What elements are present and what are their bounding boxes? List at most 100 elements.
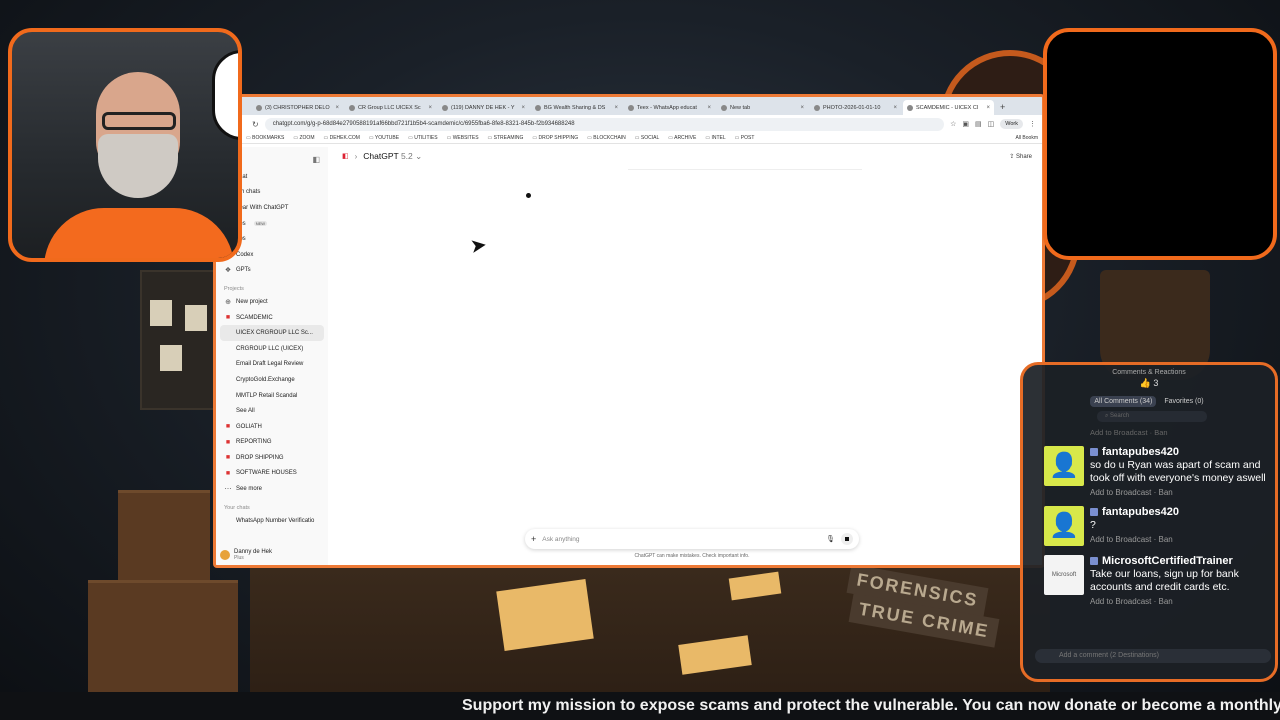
project-item[interactable]: Email Draft Legal Review	[220, 357, 324, 373]
bookmark-folder[interactable]: DROP SHIPPING	[532, 135, 579, 141]
comment-body: MicrosoftCertifiedTrainer Take our loans,…	[1090, 555, 1275, 606]
tab-favorites[interactable]: Favorites (0)	[1160, 396, 1207, 407]
close-icon[interactable]: ×	[521, 105, 525, 111]
comment-text: so do u Ryan was apart of scam and took …	[1090, 459, 1266, 484]
browser-tab[interactable]: CR Group LLC UICEX Sc ×	[345, 100, 436, 115]
comment-text: Take our loans, sign up for bank account…	[1090, 568, 1239, 593]
comment-author-name: fantapubes420	[1102, 446, 1180, 458]
bookmark-folder[interactable]: SOCIAL	[635, 135, 659, 141]
disclaimer: ChatGPT can make mistakes. Check importa…	[634, 553, 750, 559]
close-icon[interactable]: ×	[335, 105, 339, 111]
all-bookmarks-button[interactable]: All Bookm	[1015, 135, 1042, 141]
bookmark-folder[interactable]: WEBSITES	[447, 135, 479, 141]
project-item[interactable]: UICEX CRGROUP LLC Sc...	[220, 325, 324, 341]
bookmark-folder[interactable]: DEHEK.COM	[323, 135, 360, 141]
bookmark-folder[interactable]: INTEL	[705, 135, 725, 141]
comment-input[interactable]: Add a comment (2 Destinations)	[1035, 649, 1271, 663]
cast-icon[interactable]: ▤	[975, 120, 982, 128]
comment-actions[interactable]: Add to Broadcast · Ban	[1090, 488, 1275, 497]
bookmark-folder[interactable]: ZOOM	[293, 135, 314, 141]
avatar: 👤	[1044, 506, 1084, 546]
bookmark-folder[interactable]: BLOCKCHAIN	[587, 135, 626, 141]
bookmark-star-icon[interactable]: ☆	[950, 120, 956, 128]
project-item[interactable]: ■ SOFTWARE HOUSES	[220, 466, 324, 482]
project-item[interactable]: ■ DROP SHIPPING	[220, 450, 324, 466]
share-button[interactable]: ⇪ Share	[1009, 153, 1042, 160]
bookmark-folder[interactable]: ARCHIVE	[668, 135, 696, 141]
bookmark-folder[interactable]: STREAMING	[488, 135, 524, 141]
close-icon[interactable]: ×	[800, 105, 804, 111]
tab-title: PHOTO-2026-01-01-10	[823, 104, 881, 111]
tab-all-comments[interactable]: All Comments (34)	[1090, 396, 1157, 407]
sidepanel-icon[interactable]: ◫	[988, 120, 995, 128]
close-icon[interactable]: ×	[707, 105, 711, 111]
comment-actions[interactable]: Add to Broadcast · Ban	[1090, 535, 1179, 544]
background-note	[150, 300, 172, 326]
project-item[interactable]: See All	[220, 403, 324, 419]
sidebar-toggle-icon[interactable]: ◧	[312, 155, 320, 169]
browser-tab[interactable]: SCAMDEMIC - UICEX CI ×	[903, 100, 994, 115]
browser-tab[interactable]: New tab ×	[717, 100, 808, 115]
comments-search-input[interactable]: ⌕ Search	[1097, 411, 1207, 422]
bookmark-folder[interactable]: UTILITIES	[408, 135, 437, 141]
platform-icon	[1090, 508, 1098, 516]
menu-icon[interactable]: ⋮	[1029, 120, 1036, 128]
close-icon[interactable]: ×	[986, 105, 990, 111]
project-item[interactable]: ■ SCAMDEMIC	[220, 310, 324, 326]
reload-icon[interactable]: ↻	[252, 120, 259, 129]
sidebar-item-label: SCAMDEMIC	[236, 314, 273, 321]
tab-title: (3) CHRISTOPHER DELO	[265, 104, 330, 111]
stop-button[interactable]	[841, 533, 853, 545]
comment-author: fantapubes420	[1090, 506, 1179, 518]
user-profile[interactable]: Danny de Hek Plus	[220, 549, 272, 561]
bookmark-folder[interactable]: YOUTUBE	[369, 135, 399, 141]
address-bar-row: ↻ chatgpt.com/g/g-p-68d84e2790588191af66…	[216, 115, 1042, 133]
chat-item[interactable]: WhatsApp Number Verificatio	[220, 513, 324, 529]
tab-title: BG Wealth Sharing & DS	[544, 104, 606, 111]
microphone-icon[interactable]: 🎙	[826, 535, 835, 543]
tab-favicon-icon	[907, 104, 913, 111]
url-field[interactable]: chatgpt.com/g/g-p-68d84e2790588191af66bb…	[264, 117, 945, 131]
profile-button[interactable]: Work	[1000, 119, 1023, 129]
close-icon[interactable]: ×	[614, 105, 618, 111]
project-icon: ■	[225, 314, 231, 322]
browser-tab[interactable]: (3) CHRISTOPHER DELO ×	[252, 100, 343, 115]
browser-window: (3) CHRISTOPHER DELO × CR Group LLC UICEX …	[213, 94, 1045, 568]
comment-actions[interactable]: Add to Broadcast · Ban	[1090, 597, 1275, 606]
background-box	[88, 580, 238, 692]
project-item[interactable]: ■ REPORTING	[220, 435, 324, 451]
avatar: Microsoft	[1044, 555, 1084, 595]
bookmark-folder[interactable]: BOOKMARKS	[246, 135, 284, 141]
project-item[interactable]: ⊕ New project	[220, 294, 324, 310]
new-tab-button[interactable]: +	[996, 100, 1009, 115]
project-icon[interactable]: ◧	[342, 152, 349, 160]
close-icon[interactable]: ×	[893, 105, 897, 111]
user-silhouette-icon: 👤	[1049, 452, 1079, 479]
browser-tab[interactable]: PHOTO-2026-01-01-10 ×	[810, 100, 901, 115]
sidebar-item-label: CryptoGold.Exchange	[236, 376, 295, 383]
project-item[interactable]: MMTLP Retail Scandal	[220, 388, 324, 404]
microsoft-logo-icon: Microsoft	[1051, 572, 1077, 578]
model-selector[interactable]: ChatGPT 5.2 ⌄	[363, 151, 422, 162]
browser-tab[interactable]: (119) DANNY DE HEK - Y ×	[438, 100, 529, 115]
tab-title: SCAMDEMIC - UICEX CI	[916, 104, 979, 111]
plus-icon[interactable]: +	[531, 534, 536, 544]
project-item[interactable]: CRGROUP LLC (UICEX)	[220, 341, 324, 357]
project-item[interactable]: CryptoGold.Exchange	[220, 372, 324, 388]
composer-input[interactable]: Ask anything	[542, 536, 820, 543]
close-icon[interactable]: ×	[428, 105, 432, 111]
project-item[interactable]: ⋯ See more	[220, 481, 324, 497]
chat-main: ◧ › ChatGPT 5.2 ⌄ ⇪ Share ➤ + Ask anythi…	[328, 147, 1042, 565]
browser-tab[interactable]: Teex - WhatsApp educat ×	[624, 100, 715, 115]
composer[interactable]: + Ask anything 🎙	[525, 529, 859, 549]
tab-favicon-icon	[256, 104, 262, 111]
presenter	[44, 68, 234, 258]
sidebar-item[interactable]: ❖ GPTs	[220, 263, 324, 279]
comments-title: Comments & Reactions	[1112, 369, 1186, 376]
comments-tabs: All Comments (34) Favorites (0)	[1023, 396, 1275, 407]
extension-icon[interactable]: ▣	[962, 120, 969, 128]
bookmark-folder[interactable]: POST	[735, 135, 755, 141]
browser-tab[interactable]: BG Wealth Sharing & DS ×	[531, 100, 622, 115]
project-item[interactable]: ■ GOLIATH	[220, 419, 324, 435]
message-divider	[628, 169, 862, 170]
